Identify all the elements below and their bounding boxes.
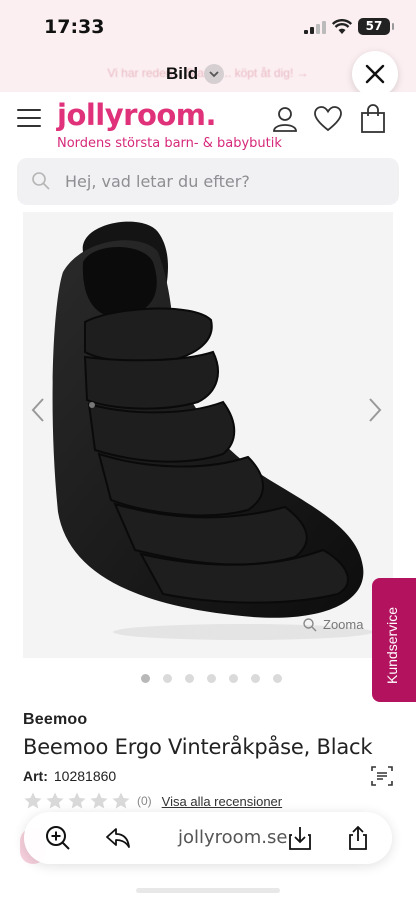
- site-tagline: Nordens största barn- & babybutik: [57, 136, 282, 151]
- text-scan-icon[interactable]: [370, 764, 394, 788]
- product-image: [52, 221, 373, 640]
- carousel-dot[interactable]: [273, 674, 282, 683]
- wifi-icon: [332, 19, 352, 34]
- article-number: 10281860: [53, 768, 117, 784]
- browser-bottom-bar: jollyroom.se: [24, 812, 392, 864]
- reviews-link[interactable]: Visa alla recensioner: [162, 794, 282, 809]
- zoom-label: Zooma: [323, 617, 364, 632]
- battery-icon: 57: [358, 18, 394, 35]
- viewer-title-menu[interactable]: Bild: [166, 61, 225, 87]
- article-label: Art:: [23, 768, 48, 784]
- search-input[interactable]: Hej, vad letar du efter?: [17, 158, 399, 205]
- carousel-dot[interactable]: [229, 674, 238, 683]
- carousel-dot[interactable]: [251, 674, 260, 683]
- star-icon: [46, 792, 64, 809]
- home-indicator: [136, 888, 280, 893]
- gallery-prev-arrow-icon[interactable]: [30, 396, 46, 424]
- customer-service-label: Kundservice: [384, 606, 400, 684]
- chevron-down-icon: [204, 64, 225, 84]
- carousel-dot[interactable]: [207, 674, 216, 683]
- carousel-dot[interactable]: [185, 674, 194, 683]
- url-label[interactable]: jollyroom.se: [178, 827, 287, 848]
- site-header: jollyroom. Nordens största barn- & babyb…: [0, 92, 416, 154]
- zoom-control[interactable]: Zooma: [303, 617, 363, 632]
- rating-row: (0) Visa alla recensioner: [23, 791, 282, 811]
- wishlist-heart-icon[interactable]: [313, 104, 343, 134]
- reply-arrow-icon: [106, 828, 130, 848]
- product-title: Beemoo Ergo Vinteråkpåse, Black: [23, 735, 373, 759]
- account-icon[interactable]: [270, 104, 300, 134]
- download-icon: [289, 827, 311, 850]
- menu-icon[interactable]: [17, 109, 41, 129]
- shopping-bag-icon[interactable]: [358, 104, 388, 134]
- zoom-in-icon: [46, 826, 70, 850]
- share-button[interactable]: [338, 818, 378, 858]
- zoom-in-button[interactable]: [38, 818, 78, 858]
- download-button[interactable]: [280, 818, 320, 858]
- product-image-gallery[interactable]: Zooma: [23, 212, 393, 658]
- share-back-button[interactable]: [98, 818, 138, 858]
- article-number-row: Art: 10281860: [23, 768, 116, 784]
- star-icon: [68, 792, 86, 809]
- search-icon: [32, 172, 50, 190]
- site-logo[interactable]: jollyroom.: [57, 98, 217, 132]
- star-icon: [90, 792, 108, 809]
- gallery-next-arrow-icon[interactable]: [367, 396, 383, 424]
- star-icon: [112, 792, 130, 809]
- carousel-dot[interactable]: [163, 674, 172, 683]
- carousel-dots: [141, 674, 282, 683]
- search-placeholder: Hej, vad letar du efter?: [65, 172, 250, 191]
- customer-service-tab[interactable]: Kundservice: [372, 578, 416, 702]
- viewer-title: Bild: [166, 64, 199, 83]
- carousel-dot[interactable]: [141, 674, 150, 683]
- rating-count: (0): [137, 794, 152, 808]
- star-icon: [24, 792, 42, 809]
- close-button[interactable]: [352, 51, 398, 97]
- share-icon: [349, 825, 367, 850]
- status-bar: 17:33 57: [0, 0, 416, 56]
- product-brand[interactable]: Beemoo: [23, 711, 87, 729]
- zoom-icon: [303, 617, 317, 631]
- clock: 17:33: [44, 16, 105, 38]
- cellular-signal-icon: [304, 21, 326, 34]
- close-icon: [365, 64, 385, 84]
